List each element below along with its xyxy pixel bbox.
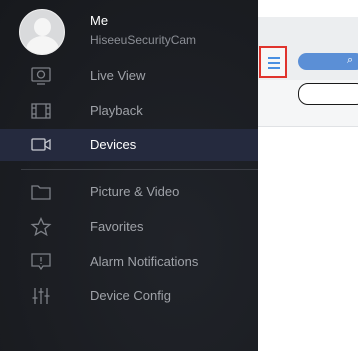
menu-button[interactable]	[259, 46, 287, 78]
menu-label: Alarm Notifications	[90, 254, 199, 269]
menu-label: Picture & Video	[90, 184, 180, 199]
search-icon: ⌕	[347, 54, 354, 66]
user-name: Me	[90, 13, 109, 28]
user-account: HiseeuSecurityCam	[90, 33, 197, 47]
menu-item-device-config[interactable]: Device Config	[0, 280, 258, 312]
menu-item-favorites[interactable]: Favorites	[0, 211, 258, 243]
menu-label: Devices	[90, 137, 137, 152]
sliders-icon	[30, 286, 52, 306]
navigation-drawer: Me HiseeuSecurityCam Live View Playback	[0, 0, 258, 351]
filter-pill[interactable]	[298, 83, 358, 105]
menu-item-devices[interactable]: Devices	[0, 129, 258, 161]
menu-item-picture-video[interactable]: Picture & Video	[0, 176, 258, 208]
playback-film-icon	[30, 101, 52, 121]
alarm-message-icon	[30, 252, 52, 272]
search-bar[interactable]: ⌕	[298, 53, 358, 70]
menu-item-live-view[interactable]: Live View	[0, 60, 258, 92]
folder-icon	[30, 182, 52, 202]
star-icon	[30, 217, 52, 237]
camera-device-icon	[30, 135, 52, 155]
live-view-icon	[30, 66, 52, 86]
background-app: ⌕	[258, 0, 358, 351]
menu-label: Playback	[90, 103, 143, 118]
menu-label: Device Config	[90, 288, 171, 303]
menu-item-alarm-notifications[interactable]: Alarm Notifications	[0, 246, 258, 278]
hamburger-icon	[268, 57, 280, 59]
avatar[interactable]	[19, 9, 65, 55]
menu-label: Live View	[90, 68, 146, 83]
menu-divider	[21, 169, 258, 170]
menu-label: Favorites	[90, 219, 144, 234]
menu-item-playback[interactable]: Playback	[0, 95, 258, 127]
